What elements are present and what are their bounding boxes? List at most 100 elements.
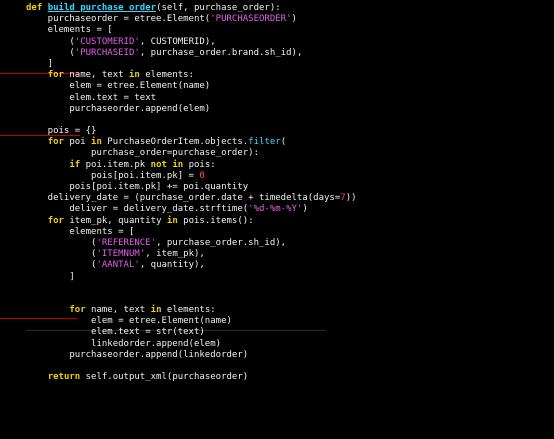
code-line: ('ITEMNUM', item_pk), bbox=[26, 249, 357, 260]
code-line: elem = etree.Element(name) bbox=[26, 316, 357, 327]
code-token: 'CUSTOMERID' bbox=[74, 36, 140, 47]
code-line: purchaseorder.append(linkedorder) bbox=[26, 350, 357, 361]
code-token: elem.text = text bbox=[26, 92, 157, 103]
code-token: elem = etree.Element(name) bbox=[26, 81, 211, 92]
code-token: ] bbox=[26, 58, 54, 69]
code-line: purchaseorder.append(elem) bbox=[26, 104, 357, 115]
code-line: elements = [ bbox=[26, 25, 357, 36]
code-line: purchaseorder = etree.Element('PURCHASEO… bbox=[26, 14, 357, 25]
code-token: if bbox=[69, 159, 81, 170]
code-token: for bbox=[47, 137, 64, 148]
code-editor[interactable]: def build_purchase_order(self, purchase_… bbox=[0, 0, 554, 439]
code-token: 'PURCHASEORDER' bbox=[210, 14, 292, 25]
code-token: , purchase_order.sh_id), bbox=[156, 237, 287, 248]
code-token: pois[poi.item.pk] = bbox=[26, 170, 200, 181]
code-token: ( bbox=[26, 249, 97, 260]
code-token: pois: bbox=[183, 159, 216, 170]
code-token: ) bbox=[302, 204, 308, 215]
code-token: ) bbox=[291, 14, 297, 25]
code-token: (self, purchase_order): bbox=[156, 3, 281, 13]
code-token: , quantity), bbox=[139, 260, 205, 271]
code-token: ( bbox=[280, 137, 287, 148]
code-token: , item_pk), bbox=[145, 249, 205, 260]
code-token: 'ITEMNUM' bbox=[96, 249, 146, 260]
code-token: '%d-%m-%Y' bbox=[248, 204, 303, 215]
code-token: in bbox=[150, 305, 162, 316]
code-token: ( bbox=[26, 260, 97, 271]
code-line: ('REFERENCE', purchase_order.sh_id), bbox=[26, 238, 357, 249]
code-line: for poi in PurchaseOrderItem.objects.fil… bbox=[26, 137, 357, 148]
code-line: linkedorder.append(elem) bbox=[26, 339, 357, 350]
code-token: elements = [ bbox=[26, 25, 113, 36]
code-token: not in bbox=[150, 159, 184, 170]
code-token: elements = [ bbox=[26, 226, 135, 237]
code-token: , CUSTOMERID), bbox=[139, 36, 216, 47]
code-line: for name, text in elements: bbox=[26, 70, 357, 81]
code-token: in bbox=[128, 70, 140, 81]
code-line: pois = {} bbox=[26, 126, 357, 137]
code-text[interactable]: def build_purchase_order(self, purchase_… bbox=[26, 3, 357, 383]
code-token: in bbox=[166, 215, 178, 226]
code-line: if poi.item.pk not in pois: bbox=[26, 160, 357, 171]
code-line: ('CUSTOMERID', CUSTOMERID), bbox=[26, 37, 357, 48]
code-token: purchaseorder = etree.Element( bbox=[26, 14, 211, 25]
code-token: filter bbox=[248, 137, 281, 148]
code-token: for bbox=[47, 70, 64, 81]
code-token: in bbox=[91, 137, 102, 148]
code-token: purchase_order=purchase_order): bbox=[26, 148, 259, 159]
code-token: self.output_xml(purchaseorder) bbox=[80, 372, 249, 383]
code-token: poi bbox=[63, 137, 92, 148]
code-line: return self.output_xml(purchaseorder) bbox=[26, 372, 357, 383]
code-line: elem.text = text bbox=[26, 93, 357, 104]
code-line: def build_purchase_order(self, purchase_… bbox=[26, 3, 357, 14]
code-line: ] bbox=[26, 272, 357, 283]
code-token: ] bbox=[26, 271, 75, 282]
code-token: return bbox=[47, 372, 81, 383]
code-line: elem.text = str(text) bbox=[26, 327, 357, 338]
code-token: elem.text = str(text) bbox=[26, 327, 205, 338]
code-token: 0 bbox=[199, 170, 205, 181]
code-token: pois[poi.item.pk] += poi.quantity bbox=[26, 182, 249, 192]
code-token: def bbox=[26, 3, 48, 13]
code-token: elements: bbox=[161, 305, 216, 316]
code-token: 'AANTAL' bbox=[96, 260, 140, 271]
code-line: for name, text in elements: bbox=[26, 305, 357, 316]
code-token: , purchase_order.brand.sh_id), bbox=[139, 47, 303, 58]
code-token: elem = etree.Element(name) bbox=[26, 316, 232, 327]
code-line: for item_pk, quantity in pois.items(): bbox=[26, 216, 357, 227]
code-token: purchaseorder.append(linkedorder) bbox=[26, 349, 249, 360]
code-token: pois.items(): bbox=[177, 215, 254, 226]
code-token: delivery_date = (purchase_order.date + t… bbox=[26, 193, 341, 204]
code-line: ] bbox=[26, 59, 357, 70]
code-line: pois[poi.item.pk] += poi.quantity bbox=[26, 182, 357, 193]
code-token: elements: bbox=[139, 70, 195, 81]
code-line: elem = etree.Element(name) bbox=[26, 81, 357, 92]
code-token: for bbox=[47, 215, 64, 226]
code-line: purchase_order=purchase_order): bbox=[26, 148, 357, 159]
code-line: delivery_date = (purchase_order.date + t… bbox=[26, 193, 357, 204]
code-token: 'REFERENCE' bbox=[96, 237, 157, 248]
code-token: name, text bbox=[85, 305, 151, 316]
code-line: deliver = delivery_date.strftime('%d-%m-… bbox=[26, 204, 357, 215]
code-token: poi.item.pk bbox=[80, 159, 151, 170]
code-token: ( bbox=[26, 36, 75, 47]
code-token: linkedorder.append(elem) bbox=[26, 338, 222, 349]
code-line: ('PURCHASEID', purchase_order.brand.sh_i… bbox=[26, 48, 357, 59]
code-token: 'PURCHASEID' bbox=[74, 47, 140, 58]
code-token: name, text bbox=[63, 70, 129, 81]
code-token: deliver = delivery_date.strftime( bbox=[26, 204, 249, 215]
code-line: pois[poi.item.pk] = 0 bbox=[26, 171, 357, 182]
code-line: ('AANTAL', quantity), bbox=[26, 260, 357, 271]
code-token: pois = {} bbox=[26, 126, 97, 137]
code-token: build_purchase_order bbox=[47, 3, 157, 13]
code-token: for bbox=[69, 305, 86, 316]
code-line: elements = [ bbox=[26, 227, 357, 238]
